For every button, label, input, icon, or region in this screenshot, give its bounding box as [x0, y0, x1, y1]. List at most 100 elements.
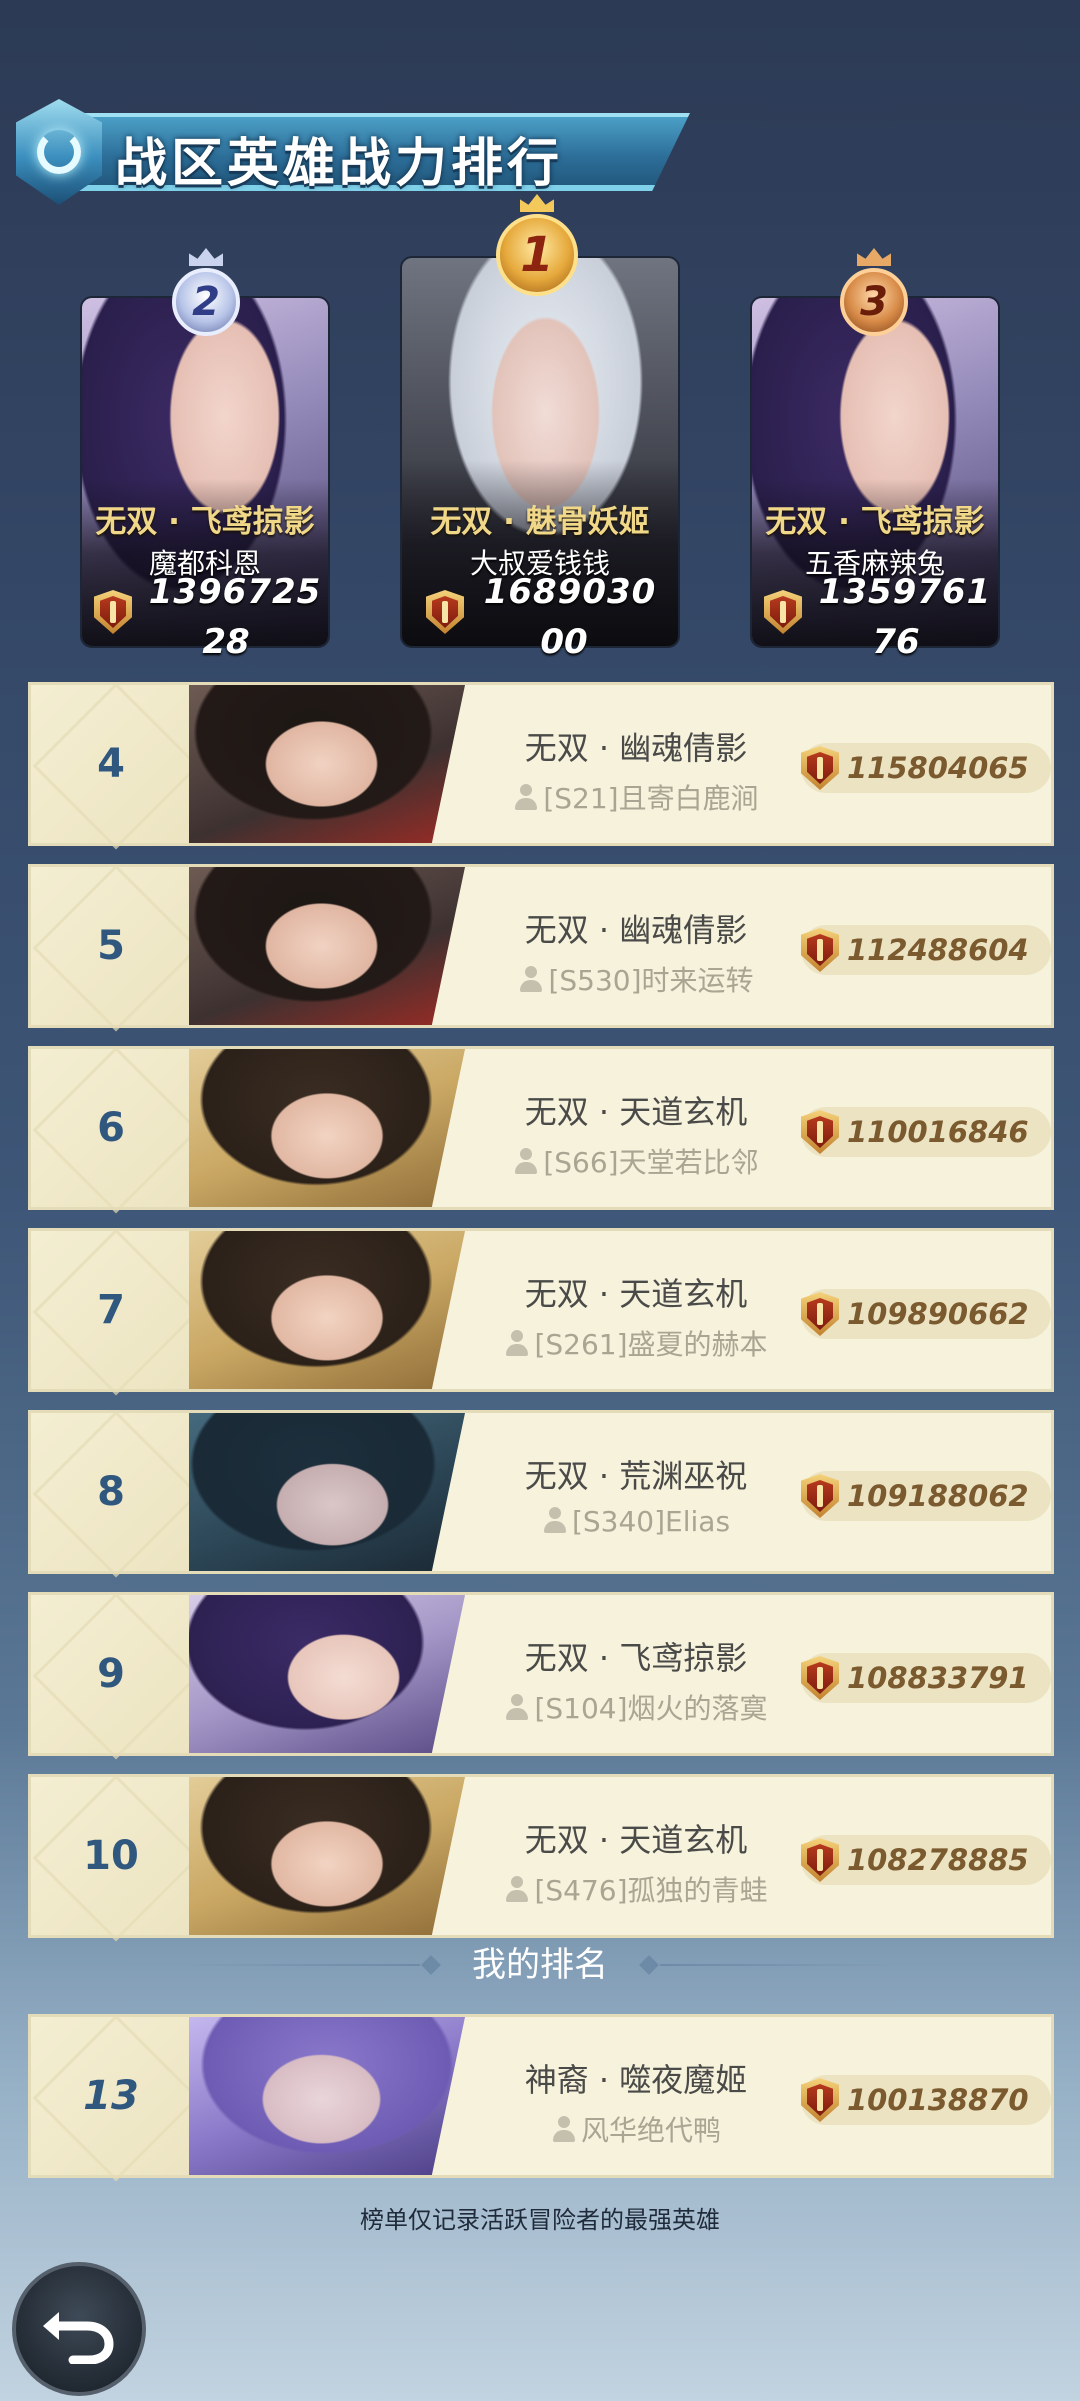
power-badge: 109890662: [801, 1289, 1051, 1339]
hero-name: 无双 · 飞鸢掠影: [524, 1639, 748, 1677]
power-value: 109188062: [847, 1479, 1029, 1513]
footer-note: 榜单仅记录活跃冒险者的最强英雄: [360, 2206, 720, 2234]
power-value: 112488604: [847, 933, 1029, 967]
hero-portrait: [189, 1049, 465, 1207]
podium-card-rank-3[interactable]: 无双 · 飞鸢掠影 五香麻辣兔 1359761: [750, 296, 1000, 648]
rank-row[interactable]: 10 无双 · 天道玄机 [S476]孤独的青蛙 108278885: [28, 1774, 1054, 1938]
person-icon: [504, 1693, 530, 1721]
rank-number: 9: [97, 1651, 125, 1697]
person-icon: [513, 783, 539, 811]
my-rank-row[interactable]: 13 神裔 · 噬夜魔姬 风华绝代鸭 100138870: [28, 2014, 1054, 2178]
hero-name: 无双 · 天道玄机: [524, 1821, 748, 1859]
podium-power: 1396725: [148, 572, 322, 612]
back-button[interactable]: [12, 2262, 146, 2396]
power-value: 109890662: [847, 1297, 1029, 1331]
hero-portrait: [189, 1595, 465, 1753]
player-name: [S261]盛夏的赫本: [534, 1328, 768, 1361]
power-shield-icon: [801, 1474, 839, 1518]
hero-name: 无双 · 天道玄机: [524, 1275, 748, 1313]
hero-portrait: [189, 2017, 465, 2175]
hero-portrait: [189, 1413, 465, 1571]
power-shield-icon: [801, 1838, 839, 1882]
hero-portrait: [189, 867, 465, 1025]
player-name: [S476]孤独的青蛙: [534, 1874, 768, 1907]
rank-medal-3: 3: [840, 268, 908, 336]
power-value: 115804065: [847, 751, 1029, 785]
power-value: 108833791: [847, 1661, 1029, 1695]
power-shield-icon: [801, 1656, 839, 1700]
person-icon: [551, 2115, 577, 2143]
player-name: [S21]且寄白鹿涧: [543, 782, 759, 815]
player-name-line: [S261]盛夏的赫本: [461, 1323, 811, 1363]
rank-row[interactable]: 7 无双 · 天道玄机 [S261]盛夏的赫本 109890662: [28, 1228, 1054, 1392]
player-name-line: [S340]Elias: [461, 1505, 811, 1538]
player-name: [S530]时来运转: [548, 964, 754, 997]
podium-hero-name: 无双 · 飞鸢掠影: [765, 504, 985, 540]
podium-power: 1359761: [818, 572, 992, 612]
hero-name: 无双 · 幽魂倩影: [524, 911, 748, 949]
power-shield-icon: [801, 1292, 839, 1336]
person-icon: [504, 1875, 530, 1903]
podium-hero-name: 无双 · 魅骨妖姬: [430, 504, 650, 540]
podium-hero-name: 无双 · 飞鸢掠影: [95, 504, 315, 540]
rank-row[interactable]: 9 无双 · 飞鸢掠影 [S104]烟火的落寞 108833791: [28, 1592, 1054, 1756]
rank-row[interactable]: 5 无双 · 幽魂倩影 [S530]时来运转 112488604: [28, 864, 1054, 1028]
rank-number: 13: [83, 2073, 139, 2119]
hero-name: 神裔 · 噬夜魔姬: [524, 2061, 748, 2099]
rank-medal-1: 1: [496, 214, 578, 296]
player-name-line: [S21]且寄白鹿涧: [461, 777, 811, 817]
player-name: [S340]Elias: [571, 1505, 731, 1538]
podium-power-tail: 28: [202, 622, 250, 662]
power-badge: 115804065: [801, 743, 1051, 793]
my-rank-divider: 我的排名: [0, 1940, 1080, 1990]
podium-power-tail: 76: [872, 622, 920, 662]
rank-number: 7: [97, 1287, 125, 1333]
crown-icon: [189, 248, 223, 266]
power-shield-icon: [801, 746, 839, 790]
my-rank-label: 我的排名: [472, 1945, 608, 1985]
player-name-line: [S104]烟火的落寞: [461, 1687, 811, 1727]
person-icon: [542, 1506, 568, 1534]
rank-row[interactable]: 6 无双 · 天道玄机 [S66]天堂若比邻 110016846: [28, 1046, 1054, 1210]
person-icon: [513, 1147, 539, 1175]
player-name: [S66]天堂若比邻: [543, 1146, 759, 1179]
rank-number: 10: [83, 1833, 139, 1879]
person-icon: [504, 1329, 530, 1357]
power-value: 110016846: [847, 1115, 1029, 1149]
rank-number: 6: [97, 1105, 125, 1151]
power-value: 100138870: [847, 2083, 1029, 2117]
player-name: [S104]烟火的落寞: [534, 1692, 768, 1725]
back-arrow-icon: [43, 2312, 114, 2364]
power-badge: 100138870: [801, 2075, 1051, 2125]
rank-row[interactable]: 8 无双 · 荒渊巫祝 [S340]Elias 109188062: [28, 1410, 1054, 1574]
hero-portrait: [189, 1231, 465, 1389]
power-shield-icon: [801, 1110, 839, 1154]
hero-name: 无双 · 幽魂倩影: [524, 729, 748, 767]
player-name-line: [S530]时来运转: [461, 959, 811, 999]
page-title: 战区英雄战力排行: [115, 134, 564, 194]
power-shield-icon: [801, 2078, 839, 2122]
person-icon: [518, 965, 544, 993]
hero-name: 无双 · 荒渊巫祝: [524, 1457, 748, 1495]
podium-card-rank-1[interactable]: 无双 · 魅骨妖姬 大叔爱钱钱 1689030: [400, 256, 680, 648]
power-badge: 108278885: [801, 1835, 1051, 1885]
podium-power: 1689030: [483, 572, 657, 612]
hero-portrait: [189, 1777, 465, 1935]
podium-card-rank-2[interactable]: 无双 · 飞鸢掠影 魔都科恩 1396725: [80, 296, 330, 648]
power-value: 108278885: [847, 1843, 1029, 1877]
rank-medal-2: 2: [172, 268, 240, 336]
player-name: 风华绝代鸭: [580, 2114, 721, 2147]
power-badge: 112488604: [801, 925, 1051, 975]
rank-number: 5: [97, 923, 125, 969]
power-shield-icon: [801, 928, 839, 972]
power-badge: 109188062: [801, 1471, 1051, 1521]
rank-number: 8: [97, 1469, 125, 1515]
player-name-line: [S476]孤独的青蛙: [461, 1869, 811, 1909]
rank-row[interactable]: 4 无双 · 幽魂倩影 [S21]且寄白鹿涧 115804065: [28, 682, 1054, 846]
hero-portrait: [189, 685, 465, 843]
rank-number: 4: [97, 741, 125, 787]
player-name-line: 风华绝代鸭: [461, 2109, 811, 2149]
podium-power-tail: 00: [540, 622, 588, 662]
power-badge: 108833791: [801, 1653, 1051, 1703]
title-banner: 战区英雄战力排行: [0, 95, 700, 215]
